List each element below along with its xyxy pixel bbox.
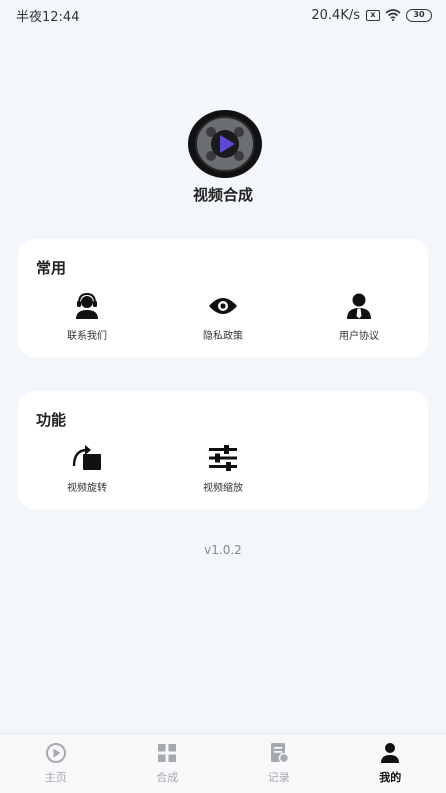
status-bar: 半夜12:44 20.4K/s x 30 — [0, 0, 446, 30]
video-scale-button[interactable]: 视频缩放 — [168, 443, 278, 499]
app-version: v1.0.2 — [204, 543, 242, 557]
wifi-icon — [385, 9, 401, 21]
tab-home[interactable]: 主页 — [0, 734, 112, 793]
contact-us-button[interactable]: 联系我们 — [32, 291, 142, 347]
tab-mine-label: 我的 — [379, 771, 402, 784]
common-card: 常用 联系我们 隐私政策 用户协议 — [18, 239, 428, 357]
tab-compose[interactable]: 合成 — [112, 734, 224, 793]
app-title: 视频合成 — [192, 186, 253, 204]
app-logo — [188, 110, 262, 178]
privacy-policy-button[interactable]: 隐私政策 — [168, 291, 278, 347]
screen: 半夜12:44 20.4K/s x 30 视频合成 常用 联系我们 隐私政策 用… — [0, 0, 446, 793]
functions-card-title: 功能 — [36, 411, 67, 429]
person-icon — [377, 742, 403, 764]
rotate-icon — [70, 443, 104, 473]
user-agreement-button[interactable]: 用户协议 — [304, 291, 414, 347]
tab-home-label: 主页 — [44, 771, 67, 784]
document-icon — [266, 742, 292, 764]
functions-card: 功能 视频旋转 视频缩放 — [18, 391, 428, 509]
eye-icon — [206, 291, 240, 321]
grid-icon — [154, 742, 180, 764]
play-circle-icon — [43, 742, 69, 764]
status-right: 20.4K/s x 30 — [311, 8, 432, 23]
status-time: 半夜12:44 — [16, 9, 80, 25]
network-speed: 20.4K/s — [311, 7, 360, 23]
common-card-title: 常用 — [36, 259, 67, 277]
battery-icon: 30 — [406, 8, 432, 22]
video-rotate-button[interactable]: 视频旋转 — [32, 443, 142, 499]
sliders-icon — [206, 443, 240, 473]
status-icons: x 30 — [366, 8, 432, 22]
user-tie-icon — [342, 291, 376, 321]
video-scale-label: 视频缩放 — [203, 483, 243, 494]
tab-records[interactable]: 记录 — [223, 734, 335, 793]
user-agreement-label: 用户协议 — [339, 331, 379, 342]
video-rotate-label: 视频旋转 — [67, 483, 107, 494]
tab-compose-label: 合成 — [156, 771, 179, 784]
tab-mine[interactable]: 我的 — [335, 734, 446, 793]
headset-person-icon — [70, 291, 104, 321]
sim-icon: x — [366, 9, 380, 21]
privacy-policy-label: 隐私政策 — [203, 331, 243, 342]
tab-records-label: 记录 — [267, 771, 290, 784]
bottom-tab-bar: 主页 合成 记录 我的 — [0, 733, 446, 793]
contact-us-label: 联系我们 — [67, 331, 107, 342]
